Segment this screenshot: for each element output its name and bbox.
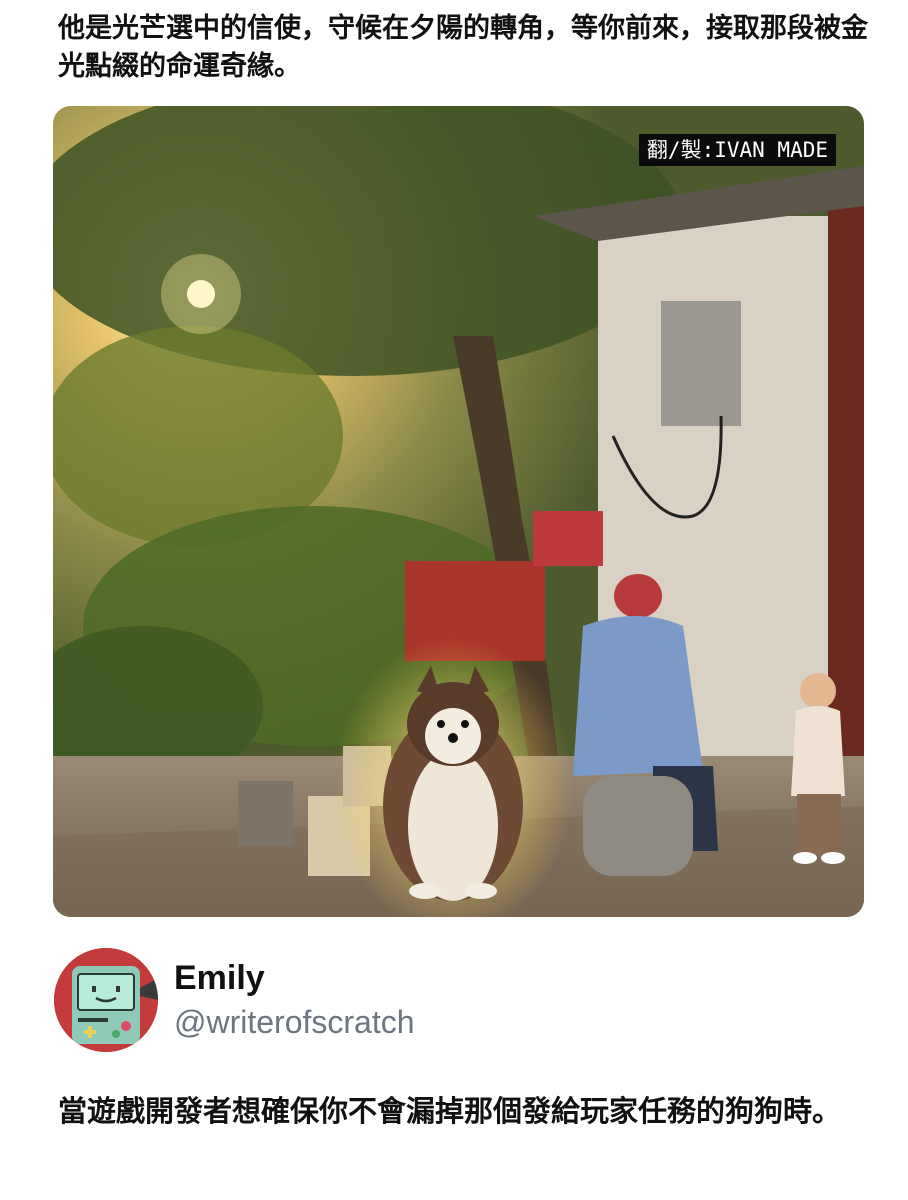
caption-text: 他是光芒選中的信使，守候在夕陽的轉角，等你前來，接取那段被金光點綴的命運奇緣。	[58, 13, 868, 82]
post-photo[interactable]: 翻/製:IVAN MADE	[53, 106, 864, 917]
watermark-label: 翻/製:IVAN MADE	[638, 134, 836, 166]
post-body-text: 當遊戲開發者想確保你不會漏掉那個發給玩家任務的狗狗時。	[58, 1094, 842, 1128]
bmo-robot-avatar-icon[interactable]	[54, 948, 158, 1052]
author-handle[interactable]: @writerofscratch	[174, 1002, 415, 1042]
author-display-name[interactable]: Emily	[174, 958, 265, 998]
photo-scene	[53, 106, 864, 917]
author-header[interactable]: Emily @writerofscratch	[54, 948, 554, 1052]
